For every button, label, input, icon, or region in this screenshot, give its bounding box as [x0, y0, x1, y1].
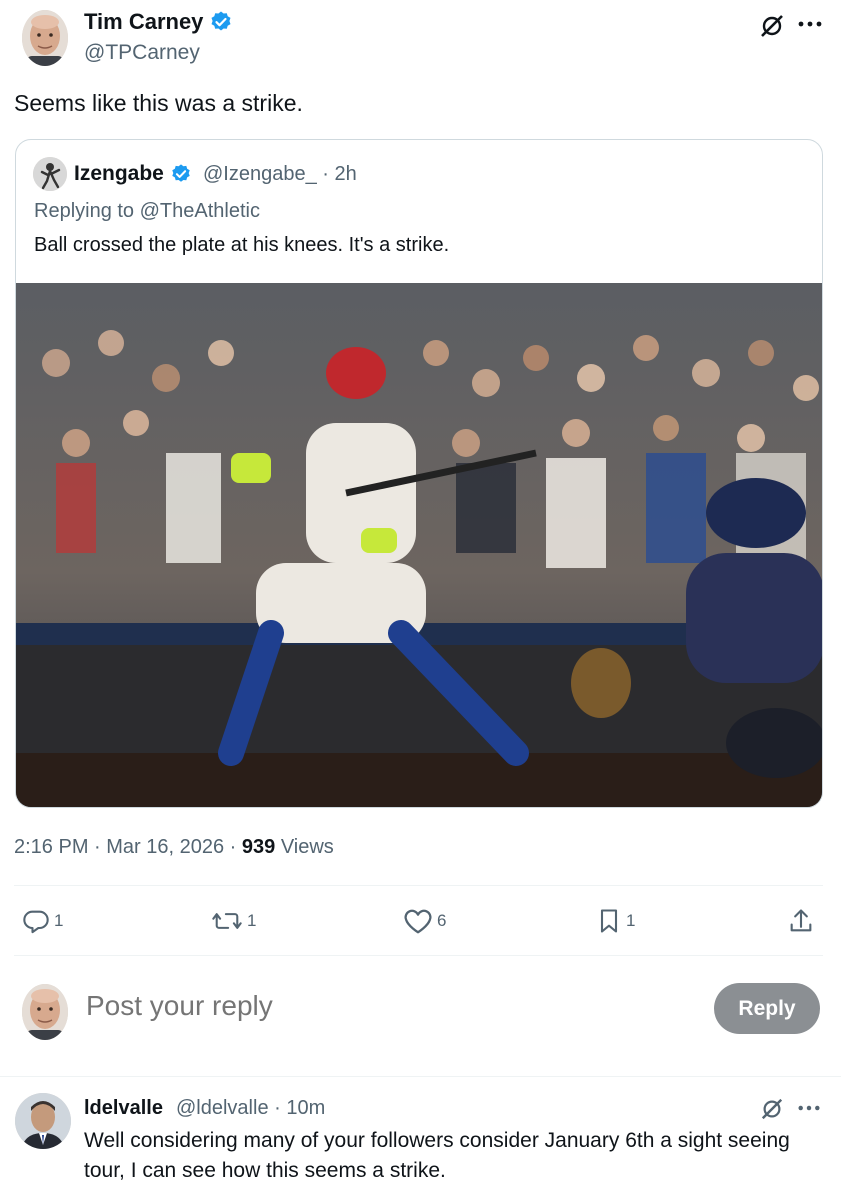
quote-author-avatar[interactable] — [33, 157, 67, 191]
grok-icon[interactable] — [756, 10, 788, 42]
reply-author-avatar[interactable] — [15, 1093, 71, 1149]
verified-badge-icon — [211, 11, 231, 31]
divider — [14, 885, 823, 886]
like-action[interactable]: 6 — [403, 904, 446, 938]
bookmark-count: 1 — [626, 911, 636, 930]
divider — [14, 955, 823, 956]
quote-author-name-text[interactable]: Izengabe — [74, 162, 164, 186]
views-count: 939 — [241, 836, 276, 858]
repost-action[interactable]: 1 — [211, 904, 256, 938]
bookmark-action[interactable]: 1 — [596, 904, 635, 938]
share-icon — [790, 909, 812, 932]
share-action[interactable] — [788, 904, 814, 938]
grok-icon[interactable] — [757, 1094, 787, 1124]
quote-author-name[interactable]: Izengabe — [74, 162, 192, 186]
author-avatar[interactable] — [22, 10, 68, 66]
reply-input[interactable] — [86, 990, 686, 1022]
views-label: Views — [275, 836, 334, 858]
reply-author-meta[interactable]: @ldelvalle · 10m — [176, 1097, 325, 1120]
quote-author-meta[interactable]: @Izengabe_ · 2h — [203, 163, 357, 186]
reply-action[interactable]: 1 — [22, 904, 63, 938]
author-handle[interactable]: @TPCarney — [84, 41, 200, 65]
author-name[interactable]: Tim Carney — [84, 9, 233, 35]
current-user-avatar[interactable] — [22, 984, 68, 1040]
like-count: 6 — [437, 911, 447, 930]
quote-text: Ball crossed the plate at his knees. It'… — [34, 234, 450, 256]
quoted-tweet-card[interactable]: Izengabe @Izengabe_ · 2h Replying to @Th… — [15, 139, 823, 808]
repost-icon — [212, 913, 242, 929]
like-icon — [404, 909, 432, 934]
tweet-text: Seems like this was a strike. — [14, 90, 303, 116]
verified-badge-icon — [172, 164, 190, 182]
more-icon[interactable] — [794, 10, 826, 38]
author-name-text[interactable]: Tim Carney — [84, 9, 203, 35]
reply-author-name[interactable]: ldelvalle — [84, 1097, 163, 1120]
reply-text: Well considering many of your followers … — [84, 1129, 790, 1182]
reply-button[interactable]: Reply — [714, 983, 820, 1034]
quote-replying-to[interactable]: Replying to @TheAthletic — [34, 200, 260, 223]
reply-icon — [23, 910, 49, 934]
tweet-timestamp[interactable]: 2:16 PM · Mar 16, 2026 · 939 Views — [14, 836, 334, 859]
quote-media-image[interactable] — [16, 283, 822, 807]
more-icon[interactable] — [794, 1094, 824, 1122]
reply-count: 1 — [54, 911, 64, 930]
repost-count: 1 — [247, 911, 257, 930]
bookmark-icon — [600, 909, 618, 933]
timestamp-text[interactable]: 2:16 PM · Mar 16, 2026 · — [14, 836, 242, 858]
divider — [0, 1076, 841, 1077]
